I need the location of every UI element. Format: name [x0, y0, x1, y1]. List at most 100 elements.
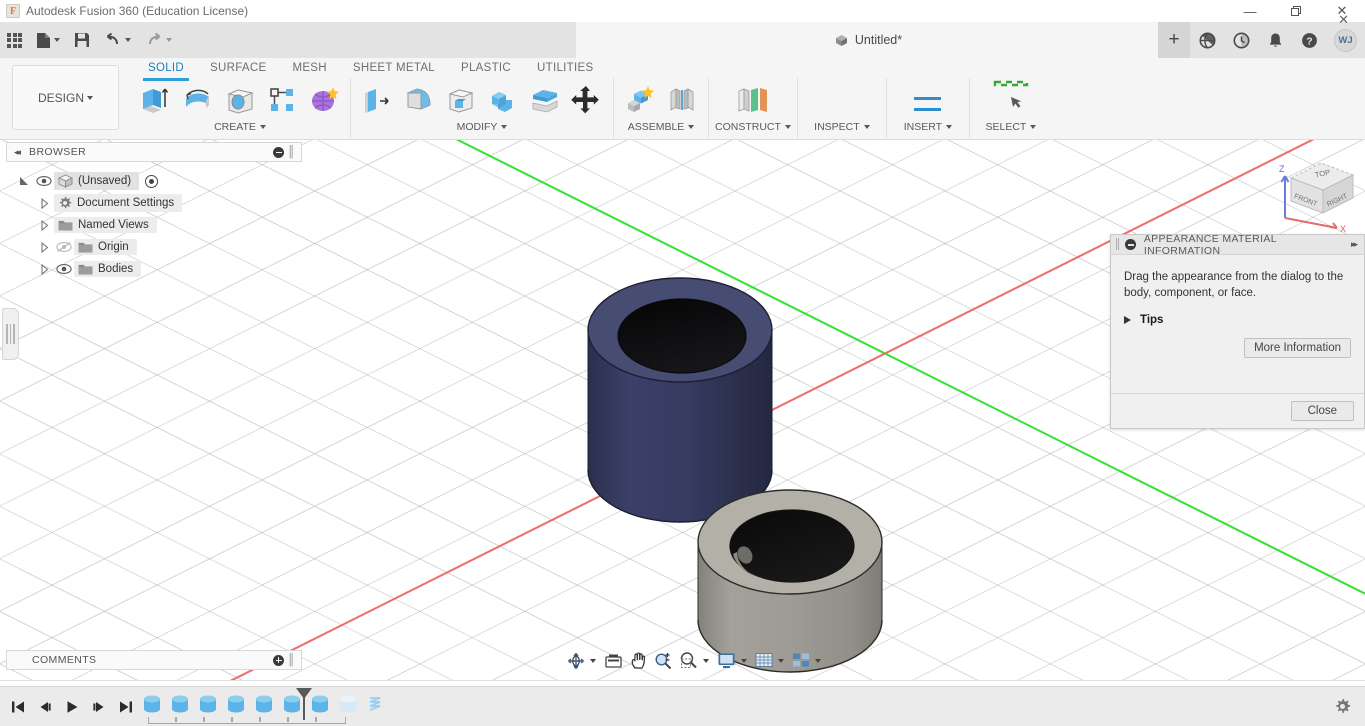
grip-icon[interactable]: ║ — [287, 146, 295, 158]
more-information-button[interactable]: More Information — [1244, 338, 1351, 358]
fillet-button[interactable] — [399, 80, 439, 120]
combine-button[interactable] — [483, 80, 523, 120]
document-tab[interactable]: Untitled* — [576, 22, 1161, 58]
dialog-expand-icon[interactable]: ▸▸ — [1351, 239, 1356, 250]
chevron-down-icon[interactable] — [703, 659, 709, 663]
timeline-feature-5[interactable] — [252, 692, 276, 716]
pan-button[interactable] — [627, 650, 650, 672]
expand-triangle-closed[interactable] — [34, 198, 54, 209]
play-button[interactable] — [60, 695, 84, 719]
tree-row-named-views[interactable]: Named Views — [14, 214, 304, 236]
look-at-button[interactable] — [601, 650, 626, 672]
activate-component-radio[interactable] — [145, 175, 158, 188]
move-copy-button[interactable] — [567, 80, 607, 120]
grip-icon[interactable]: ║ — [287, 654, 295, 666]
timeline-feature-9[interactable] — [364, 692, 388, 716]
timeline-ruler — [148, 717, 346, 724]
step-forward-button[interactable] — [87, 695, 111, 719]
offset-plane-button[interactable] — [733, 80, 773, 120]
create-form-button[interactable] — [304, 80, 344, 120]
recent-icon[interactable] — [1224, 22, 1258, 58]
offset-face-button[interactable] — [525, 80, 565, 120]
minus-circle-icon[interactable] — [1125, 239, 1136, 250]
minimize-button[interactable]: — — [1227, 0, 1273, 22]
help-icon[interactable]: ? — [1292, 22, 1326, 58]
group-label-insert[interactable]: INSERT — [904, 121, 952, 133]
group-label-select[interactable]: SELECT — [985, 121, 1036, 133]
tall-cylinder-body[interactable] — [588, 278, 772, 522]
tab-utilities[interactable]: UTILITIES — [524, 58, 606, 79]
expand-triangle-closed[interactable] — [34, 264, 54, 275]
group-label-inspect[interactable]: INSPECT — [814, 121, 870, 133]
bell-icon[interactable] — [1258, 22, 1292, 58]
undo-button[interactable] — [97, 22, 138, 58]
expand-triangle-closed[interactable] — [34, 242, 54, 253]
maximize-button[interactable] — [1273, 0, 1319, 22]
group-label-create[interactable]: CREATE — [214, 121, 266, 133]
close-button[interactable]: Close — [1291, 401, 1354, 421]
joint-button[interactable] — [662, 80, 702, 120]
group-label-modify[interactable]: MODIFY — [457, 121, 508, 133]
grid-snaps-button[interactable] — [752, 650, 776, 672]
shell-button[interactable] — [441, 80, 481, 120]
tree-row-unsaved[interactable]: (Unsaved) — [14, 170, 304, 192]
tips-disclosure[interactable]: Tips — [1124, 314, 1351, 326]
browser-collapse-icon[interactable]: ◂◂ — [14, 147, 19, 158]
timeline-settings-button[interactable] — [1334, 698, 1351, 720]
visibility-eye-icon[interactable] — [54, 263, 74, 275]
grip-icon[interactable]: ║ — [1114, 239, 1121, 250]
tab-surface[interactable]: SURFACE — [197, 58, 279, 79]
chevron-down-icon[interactable] — [590, 659, 596, 663]
viewports-button[interactable] — [789, 650, 813, 672]
panel-drag-handle[interactable] — [2, 308, 19, 360]
user-avatar[interactable]: WJ — [1334, 29, 1357, 52]
view-cube[interactable]: Z X TOP FRONT RIGHT — [1267, 152, 1359, 234]
tab-plastic[interactable]: PLASTIC — [448, 58, 524, 79]
press-pull-button[interactable] — [357, 80, 397, 120]
workspace-selector[interactable]: DESIGN — [12, 65, 119, 130]
tab-solid[interactable]: SOLID — [135, 58, 197, 79]
expand-triangle-open[interactable] — [14, 176, 34, 187]
save-button[interactable] — [67, 22, 97, 58]
extrude-button[interactable] — [136, 80, 176, 120]
timeline-feature-4[interactable] — [224, 692, 248, 716]
sweep-button[interactable] — [220, 80, 260, 120]
timeline-feature-8[interactable] — [336, 692, 360, 716]
zoom-button[interactable] — [651, 650, 675, 672]
timeline-feature-1[interactable] — [140, 692, 164, 716]
globe-icon[interactable] — [1190, 22, 1224, 58]
expand-triangle-closed[interactable] — [34, 220, 54, 231]
orbit-button[interactable] — [564, 650, 588, 672]
group-label-assemble[interactable]: ASSEMBLE — [628, 121, 695, 133]
timeline-feature-2[interactable] — [168, 692, 192, 716]
visibility-eye-hidden-icon[interactable] — [54, 241, 74, 253]
zoom-window-button[interactable] — [676, 650, 701, 672]
new-document-button[interactable] — [29, 22, 67, 58]
step-back-button[interactable] — [33, 695, 57, 719]
skip-to-end-button[interactable] — [114, 695, 138, 719]
short-cylinder-body[interactable] — [698, 490, 882, 672]
new-tab-button[interactable]: + — [1158, 22, 1190, 58]
skip-to-start-button[interactable] — [6, 695, 30, 719]
minus-circle-icon[interactable] — [273, 147, 284, 158]
dialog-header[interactable]: ║ APPEARANCE MATERIAL INFORMATION ▸▸ — [1111, 235, 1364, 255]
tab-mesh[interactable]: MESH — [279, 58, 339, 79]
chevron-down-icon[interactable] — [815, 659, 821, 663]
tree-row-origin[interactable]: Origin — [14, 236, 304, 258]
visibility-eye-icon[interactable] — [34, 175, 54, 187]
pattern-button[interactable] — [262, 80, 302, 120]
app-grid-button[interactable] — [0, 22, 29, 58]
tab-sheet-metal[interactable]: SHEET METAL — [340, 58, 448, 79]
chevron-down-icon[interactable] — [741, 659, 747, 663]
group-label-construct[interactable]: CONSTRUCT — [715, 121, 791, 133]
revolve-button[interactable] — [178, 80, 218, 120]
new-component-button[interactable] — [620, 80, 660, 120]
timeline-marker[interactable] — [303, 690, 305, 720]
plus-circle-icon[interactable] — [273, 655, 284, 666]
chevron-down-icon[interactable] — [778, 659, 784, 663]
timeline-feature-3[interactable] — [196, 692, 220, 716]
display-settings-button[interactable] — [714, 650, 739, 672]
redo-button[interactable] — [138, 22, 179, 58]
tree-row-document-settings[interactable]: Document Settings — [14, 192, 304, 214]
tree-row-bodies[interactable]: Bodies — [14, 258, 304, 280]
